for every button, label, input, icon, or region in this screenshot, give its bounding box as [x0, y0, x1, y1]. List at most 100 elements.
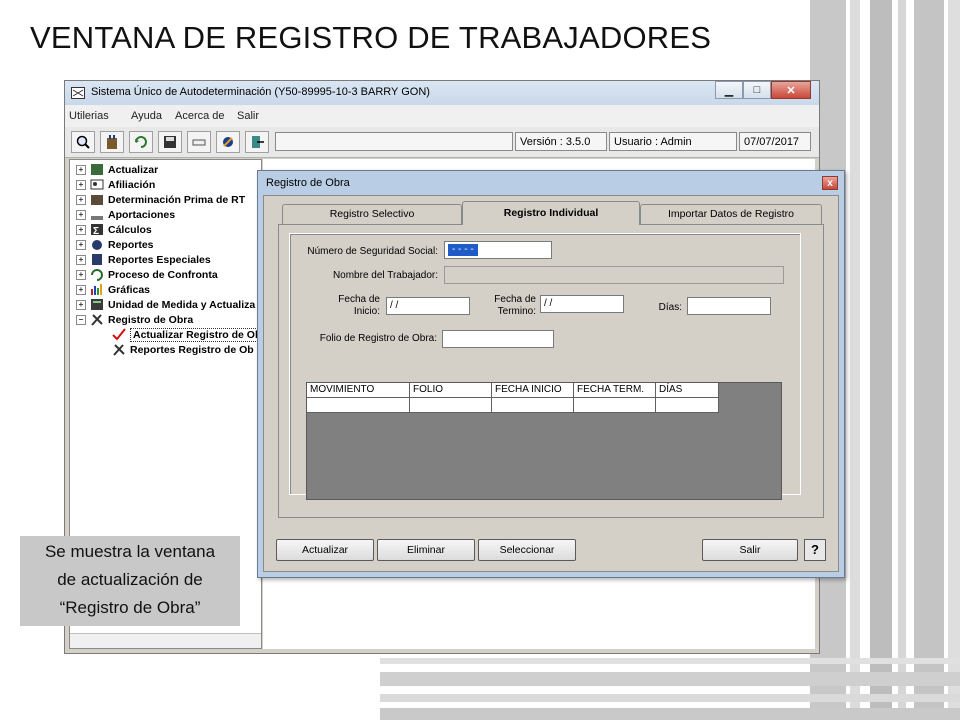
tree-item-confronta[interactable]: + Proceso de Confronta	[76, 267, 218, 282]
nombre-field[interactable]	[444, 266, 784, 284]
tab-registro-selectivo[interactable]: Registro Selectivo	[282, 204, 462, 224]
minimize-button[interactable]: ▁	[715, 81, 743, 99]
tree-item-unidad-medida[interactable]: + Unidad de Medida y Actualiza	[76, 297, 255, 312]
bar-chart-icon	[91, 284, 102, 295]
toolbar-exit-button[interactable]	[245, 131, 269, 153]
tree-item-label: Reportes Especiales	[108, 253, 211, 266]
toolbar-db-button[interactable]	[216, 131, 240, 153]
grid-cell[interactable]	[410, 398, 492, 413]
grid-cell[interactable]	[307, 398, 410, 413]
refresh-icon	[135, 136, 147, 148]
toolbar-search-button[interactable]	[71, 131, 95, 153]
db-icon	[223, 137, 233, 147]
help-button[interactable]: ?	[804, 539, 826, 561]
grid-cell[interactable]	[656, 398, 719, 413]
expand-toggle[interactable]: +	[76, 299, 86, 310]
tree-item-label: Determinación Prima de RT	[108, 193, 246, 206]
tree-item-reportes-registro-obra[interactable]: Reportes Registro de Ob	[112, 342, 254, 357]
fecha-termino-label-1: Fecha de	[494, 294, 536, 305]
dias-field[interactable]	[687, 297, 771, 315]
expand-toggle[interactable]: +	[76, 194, 86, 205]
registro-obra-dialog: Registro de Obra x Registro Selectivo Re…	[257, 170, 845, 578]
menu-acerca-de[interactable]: Acerca de	[175, 110, 225, 122]
grid-col-folio[interactable]: FOLIO	[410, 383, 492, 398]
exit-icon	[252, 136, 264, 148]
expand-toggle[interactable]: +	[76, 284, 86, 295]
toolbar-save-button[interactable]	[158, 131, 182, 153]
close-button[interactable]: ✕	[771, 81, 811, 99]
table-row[interactable]	[307, 398, 719, 413]
svg-text:Σ: Σ	[93, 226, 99, 236]
main-window-title: Sistema Único de Autodeterminación (Y50-…	[91, 86, 430, 98]
nss-label: Número de Seguridad Social:	[307, 246, 438, 257]
tree-horizontal-scrollbar[interactable]	[70, 633, 261, 648]
fecha-inicio-field[interactable]: / /	[386, 297, 470, 315]
save-icon	[164, 136, 176, 148]
status-blank	[275, 132, 513, 151]
tab-registro-individual[interactable]: Registro Individual	[462, 201, 640, 225]
actualizar-button[interactable]: Actualizar	[276, 539, 374, 561]
tree-item-label: Cálculos	[108, 223, 152, 236]
menu-utilerias[interactable]: Utilerias	[69, 110, 109, 122]
search-icon	[76, 135, 90, 149]
expand-toggle[interactable]: +	[76, 224, 86, 235]
toolbar-building-button[interactable]	[100, 131, 124, 153]
dias-label: Días:	[658, 302, 682, 313]
folio-label: Folio de Registro de Obra:	[319, 333, 437, 344]
fecha-inicio-label-1: Fecha de	[338, 294, 380, 305]
dialog-close-button[interactable]: x	[822, 176, 838, 190]
expand-toggle[interactable]: +	[76, 164, 86, 175]
eliminar-button[interactable]: Eliminar	[377, 539, 475, 561]
grid-col-movimiento[interactable]: MOVIMIENTO	[307, 383, 410, 398]
disk-icon	[192, 139, 206, 146]
toolbar-disk-button[interactable]	[187, 131, 211, 153]
tree-item-registro-obra[interactable]: − Registro de Obra	[76, 312, 193, 327]
tree-item-graficas[interactable]: + Gráficas	[76, 282, 150, 297]
movements-grid[interactable]: MOVIMIENTO FOLIO FECHA INICIO FECHA TERM…	[306, 382, 782, 500]
nss-value: - - - -	[448, 244, 478, 256]
fecha-inicio-label-2: Inicio:	[353, 306, 380, 317]
menu-ayuda[interactable]: Ayuda	[131, 110, 162, 122]
status-version: Versión : 3.5.0	[515, 132, 607, 151]
grid-header: MOVIMIENTO FOLIO FECHA INICIO FECHA TERM…	[307, 383, 719, 398]
grid-cell[interactable]	[574, 398, 656, 413]
tree-item-actualizar[interactable]: + Actualizar	[76, 162, 158, 177]
grid-cell[interactable]	[492, 398, 574, 413]
collapse-toggle[interactable]: −	[76, 314, 86, 325]
expand-toggle[interactable]: +	[76, 269, 86, 280]
tree-item-determinacion[interactable]: + Determinación Prima de RT	[76, 192, 245, 207]
toolbar: Versión : 3.5.0 Usuario : Admin 07/07/20…	[65, 127, 819, 158]
folio-field[interactable]	[442, 330, 554, 348]
fecha-termino-field[interactable]: / /	[540, 295, 624, 313]
tree-item-label: Reportes	[108, 238, 154, 251]
grid-col-fecha-term[interactable]: FECHA TERM.	[574, 383, 656, 398]
toolbar-refresh-button[interactable]	[129, 131, 153, 153]
salir-button[interactable]: Salir	[702, 539, 798, 561]
report-icon	[92, 240, 102, 250]
tab-importar-datos[interactable]: Importar Datos de Registro	[640, 204, 822, 224]
dialog-title: Registro de Obra	[266, 177, 350, 189]
tree-item-afiliacion[interactable]: + Afiliación	[76, 177, 155, 192]
tools-icon	[113, 344, 125, 356]
grid-col-fecha-inicio[interactable]: FECHA INICIO	[492, 383, 574, 398]
tree-item-actualizar-registro-obra[interactable]: Actualizar Registro de Ob	[112, 327, 261, 342]
sync-icon	[91, 269, 103, 281]
grid-col-dias[interactable]: DÍAS	[656, 383, 719, 398]
nss-field[interactable]: - - - -	[444, 241, 552, 259]
expand-toggle[interactable]: +	[76, 209, 86, 220]
seleccionar-button[interactable]: Seleccionar	[478, 539, 576, 561]
tree-item-calculos[interactable]: + Σ Cálculos	[76, 222, 152, 237]
expand-toggle[interactable]: +	[76, 239, 86, 250]
main-titlebar[interactable]: Sistema Único de Autodeterminación (Y50-…	[65, 81, 819, 105]
tree-item-reportes[interactable]: + Reportes	[76, 237, 154, 252]
sigma-icon: Σ	[91, 224, 103, 236]
menu-salir[interactable]: Salir	[237, 110, 259, 122]
expand-toggle[interactable]: +	[76, 254, 86, 265]
maximize-button[interactable]: □	[743, 81, 771, 99]
tree-item-aportaciones[interactable]: + Aportaciones	[76, 207, 175, 222]
expand-toggle[interactable]: +	[76, 179, 86, 190]
building-icon	[107, 135, 117, 149]
tree-item-label: Unidad de Medida y Actualiza	[108, 298, 256, 311]
status-user: Usuario : Admin	[609, 132, 737, 151]
tree-item-reportes-especiales[interactable]: + Reportes Especiales	[76, 252, 211, 267]
